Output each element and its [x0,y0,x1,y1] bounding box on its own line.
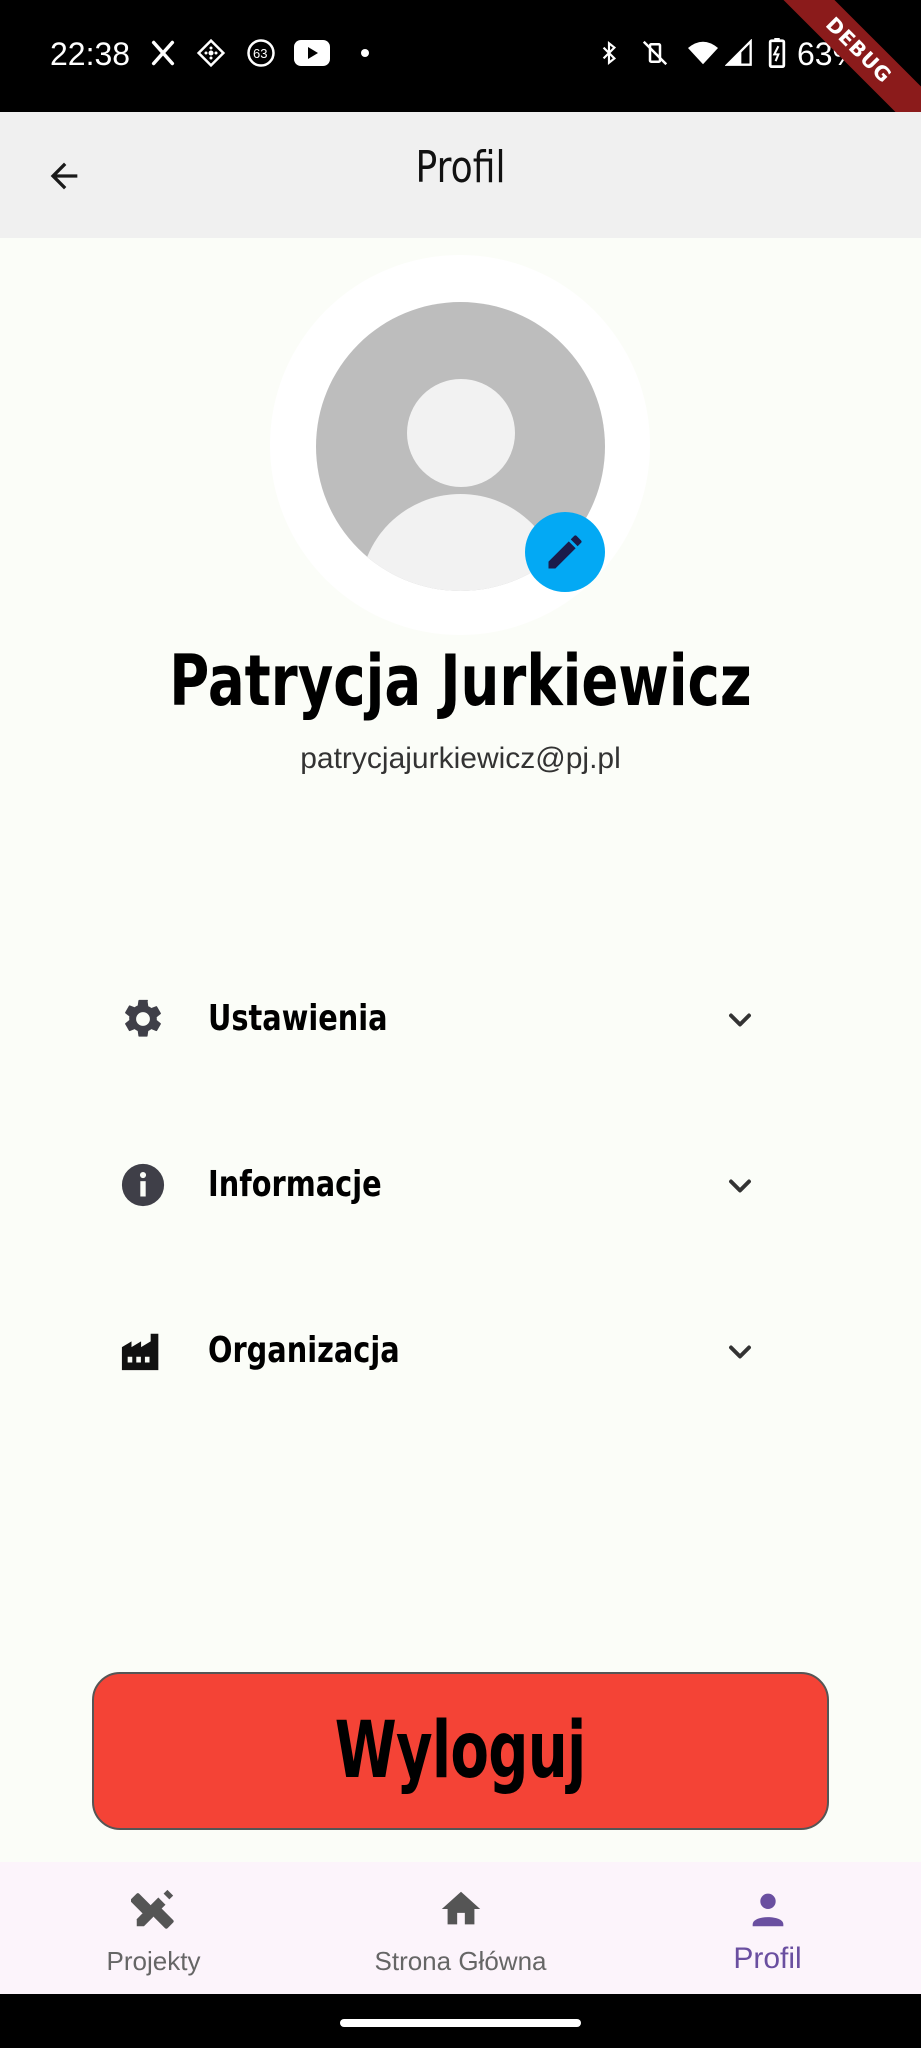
battery-charging-icon [762,38,792,68]
notification-count-icon: 63 [246,38,276,68]
cellular-signal-icon [724,38,754,68]
youtube-icon [294,38,330,68]
app-grid-icon [196,38,226,68]
wifi-icon [688,38,718,68]
gesture-navigation-area [0,1994,921,2048]
avatar-placeholder-head [407,379,515,487]
menu-item-informacje[interactable]: Informacje [110,1134,770,1234]
chevron-down-icon [722,1168,758,1204]
menu-label: Organizacja [208,1330,400,1371]
nav-label: Strona Główna [374,1946,547,1976]
logout-button[interactable]: Wyloguj [92,1672,829,1830]
pencil-icon [548,535,582,569]
menu-label: Informacje [208,1164,382,1205]
gear-icon [120,996,166,1042]
status-bar: 22:38 63 63% [0,0,921,112]
nav-item-strona-glowna[interactable]: Strona Główna [307,1862,614,1994]
menu-item-organizacja[interactable]: Organizacja [110,1300,770,1400]
nav-label-active: Profil [733,1942,802,1975]
user-email: patrycjajurkiewicz@pj.pl [300,742,621,775]
design-tools-icon [129,1884,179,1934]
menu-item-ustawienia[interactable]: Ustawienia [110,968,770,1068]
user-name: Patrycja Jurkiewicz [169,640,752,722]
status-time: 22:38 [50,36,131,72]
edit-avatar-button[interactable] [525,512,605,592]
arrow-back-icon [50,162,78,190]
home-icon [436,1884,486,1934]
bottom-navigation: Projekty Strona Główna Profil [0,1862,921,1994]
gesture-handle[interactable] [340,2019,581,2027]
person-icon [743,1884,793,1934]
chevron-down-icon [722,1002,758,1038]
more-notifications-dot [350,38,380,68]
app-bar: Profil [0,112,921,238]
logout-label: Wyloguj [335,1706,587,1796]
x-app-icon [148,38,178,68]
bluetooth-icon [594,38,624,68]
nav-item-profil[interactable]: Profil [614,1862,921,1994]
chevron-down-icon [722,1334,758,1370]
nav-label: Projekty [106,1946,201,1976]
vibrate-off-icon [640,38,670,68]
factory-icon [120,1328,166,1374]
page-title: Profil [415,142,506,193]
nav-item-projekty[interactable]: Projekty [0,1862,307,1994]
menu-label: Ustawienia [208,998,388,1039]
info-icon [120,1162,166,1208]
